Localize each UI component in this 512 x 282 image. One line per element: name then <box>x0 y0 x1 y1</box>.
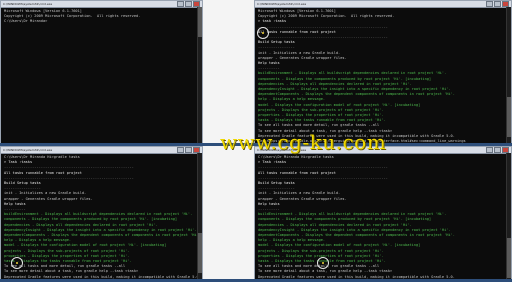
terminal-line: C:\Users\Dr Miranda> <box>4 19 48 24</box>
mouse-cursor-highlight <box>317 257 329 269</box>
window-title: C:\WINDOWS\system32\cmd.exe <box>3 148 53 152</box>
window-title: C:\WINDOWS\system32\cmd.exe <box>3 2 53 6</box>
terminal-window-bottom-left[interactable]: C:\WINDOWS\system32\cmd.exe C:\Users\Dr … <box>0 146 203 282</box>
terminal-window-top-right[interactable]: C:\WINDOWS\system32\cmd.exe Microsoft Wi… <box>254 0 512 144</box>
mouse-cursor-highlight <box>11 257 23 269</box>
mouse-cursor-highlight <box>257 27 269 39</box>
window-title: C:\WINDOWS\system32\cmd.exe <box>257 2 307 6</box>
terminal-output[interactable]: C:\Users\Dr Miranda Hi>gradle tasks > Tas… <box>255 154 511 281</box>
scrollbar[interactable] <box>506 7 511 143</box>
minimize-button[interactable] <box>177 147 184 153</box>
terminal-window-bottom-right[interactable]: C:\WINDOWS\system32\cmd.exe C:\Users\Dr … <box>254 146 512 282</box>
maximize-button[interactable] <box>494 147 501 153</box>
scrollbar[interactable] <box>197 153 202 281</box>
terminal-window-top-left[interactable]: C:\WINDOWS\system32\cmd.exe Microsoft Wi… <box>0 0 203 144</box>
title-bar[interactable]: C:\WINDOWS\system32\cmd.exe <box>1 147 202 154</box>
maximize-button[interactable] <box>185 1 192 7</box>
scroll-thumb[interactable] <box>507 238 511 278</box>
terminal-output[interactable]: Microsoft Windows [Version 6.1.7601] Copy… <box>1 8 202 26</box>
scrollbar[interactable] <box>197 7 202 143</box>
minimize-button[interactable] <box>486 147 493 153</box>
terminal-output[interactable]: C:\Users\Dr Miranda Hi>gradle tasks > Tas… <box>1 154 202 281</box>
title-bar[interactable]: C:\WINDOWS\system32\cmd.exe <box>1 1 202 8</box>
scroll-thumb[interactable] <box>198 233 202 273</box>
scroll-thumb[interactable] <box>507 97 511 137</box>
scroll-thumb[interactable] <box>198 7 202 37</box>
maximize-button[interactable] <box>185 147 192 153</box>
minimize-button[interactable] <box>486 1 493 7</box>
title-bar[interactable]: C:\WINDOWS\system32\cmd.exe <box>255 1 511 8</box>
terminal-line: components - Displays the components pro… <box>4 217 178 222</box>
terminal-output[interactable]: Microsoft Windows [Version 6.1.7601] Copy… <box>255 8 511 143</box>
watermark: www.cg-ku.com <box>220 130 387 154</box>
scrollbar[interactable] <box>506 153 511 281</box>
minimize-button[interactable] <box>177 1 184 7</box>
maximize-button[interactable] <box>494 1 501 7</box>
